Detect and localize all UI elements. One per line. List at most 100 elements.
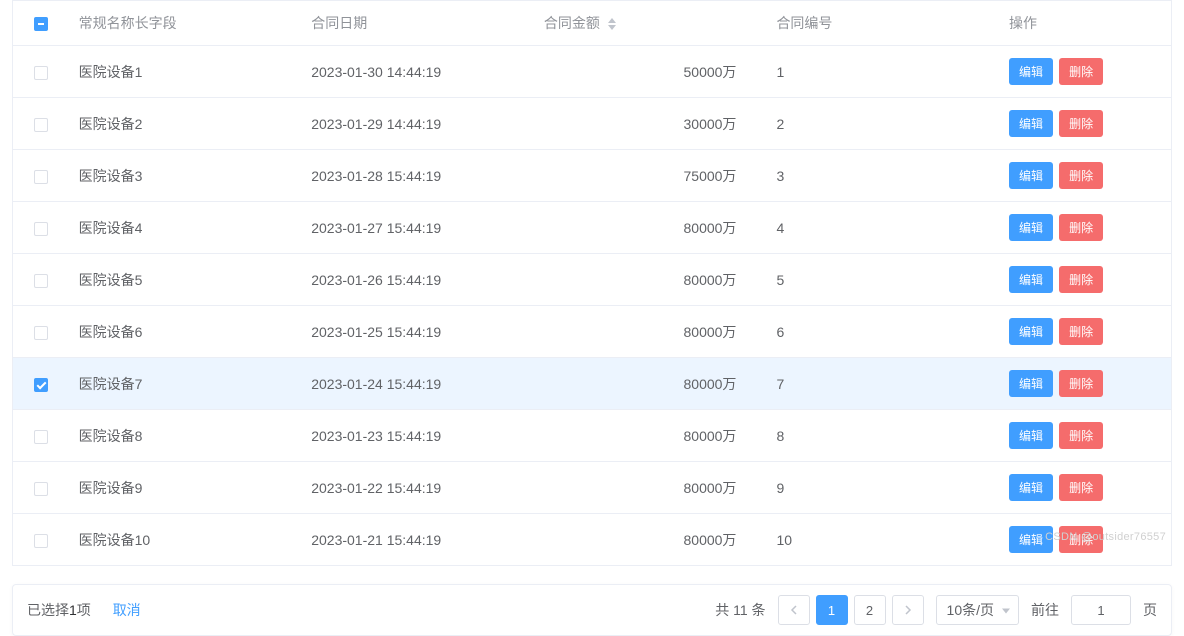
table-row: 医院设备82023-01-23 15:44:1980000万8编辑删除: [13, 410, 1171, 462]
table-row: 医院设备92023-01-22 15:44:1980000万9编辑删除: [13, 462, 1171, 514]
delete-button[interactable]: 删除: [1059, 422, 1103, 449]
table-row: 医院设备72023-01-24 15:44:1980000万7编辑删除: [13, 358, 1171, 410]
cell-name: 医院设备5: [69, 254, 302, 306]
column-header-date[interactable]: 合同日期: [301, 1, 534, 46]
cell-date: 2023-01-24 15:44:19: [301, 358, 534, 410]
cell-name: 医院设备1: [69, 46, 302, 98]
cell-actions: 编辑删除: [999, 462, 1171, 514]
delete-button[interactable]: 删除: [1059, 110, 1103, 137]
pager-group: 12: [778, 595, 924, 625]
sort-icon[interactable]: [608, 18, 616, 30]
cell-number: 3: [766, 150, 999, 202]
page-button[interactable]: 1: [816, 595, 848, 625]
cell-amount: 80000万: [534, 202, 767, 254]
selected-count: 1: [69, 602, 77, 618]
selected-prefix: 已选择: [27, 602, 69, 618]
cell-number: 5: [766, 254, 999, 306]
edit-button[interactable]: 编辑: [1009, 58, 1053, 85]
row-checkbox[interactable]: [34, 534, 48, 548]
cell-date: 2023-01-30 14:44:19: [301, 46, 534, 98]
table-row: 医院设备12023-01-30 14:44:1950000万1 编辑删除: [13, 46, 1171, 98]
cell-amount: 75000万: [534, 150, 767, 202]
delete-button[interactable]: 删除: [1059, 474, 1103, 501]
cell-date: 2023-01-23 15:44:19: [301, 410, 534, 462]
cell-date: 2023-01-26 15:44:19: [301, 254, 534, 306]
table-row: 医院设备52023-01-26 15:44:1980000万5编辑删除: [13, 254, 1171, 306]
footer-bar: 已选择1项 取消 共 11 条 12 10条/页 前往 页: [12, 584, 1172, 636]
cell-number: 1: [766, 46, 999, 98]
chevron-down-icon: [1002, 609, 1010, 614]
delete-button[interactable]: 删除: [1059, 58, 1103, 85]
edit-button[interactable]: 编辑: [1009, 110, 1053, 137]
cell-amount: 80000万: [534, 462, 767, 514]
cell-actions: 编辑删除: [999, 254, 1171, 306]
row-checkbox[interactable]: [34, 66, 48, 80]
edit-button[interactable]: 编辑: [1009, 162, 1053, 189]
delete-button[interactable]: 删除: [1059, 162, 1103, 189]
edit-button[interactable]: 编辑: [1009, 214, 1053, 241]
row-checkbox[interactable]: [34, 326, 48, 340]
cell-amount: 80000万: [534, 410, 767, 462]
pagination-total: 共 11 条: [715, 600, 765, 620]
column-header-name[interactable]: 常规名称长字段: [69, 1, 302, 46]
table-row: 医院设备62023-01-25 15:44:1980000万6编辑删除: [13, 306, 1171, 358]
cell-name: 医院设备9: [69, 462, 302, 514]
row-checkbox[interactable]: [34, 378, 48, 392]
cell-actions: 编辑删除: [999, 202, 1171, 254]
page-jumper-input[interactable]: [1071, 595, 1131, 625]
cell-actions: 编辑删除: [999, 358, 1171, 410]
jumper-suffix: 页: [1143, 600, 1157, 620]
edit-button[interactable]: 编辑: [1009, 370, 1053, 397]
row-checkbox[interactable]: [34, 170, 48, 184]
cell-name: 医院设备10: [69, 514, 302, 566]
edit-button[interactable]: 编辑: [1009, 266, 1053, 293]
cell-date: 2023-01-22 15:44:19: [301, 462, 534, 514]
caret-up-icon: [608, 18, 616, 23]
table-header-row: 常规名称长字段 合同日期 合同金额 合同编号 操作: [13, 1, 1171, 46]
edit-button[interactable]: 编辑: [1009, 422, 1053, 449]
cell-number: 10: [766, 514, 999, 566]
row-checkbox[interactable]: [34, 430, 48, 444]
table-row: 医院设备42023-01-27 15:44:1980000万4编辑删除: [13, 202, 1171, 254]
page-size-select[interactable]: 10条/页: [936, 595, 1019, 625]
cell-actions: 编辑删除: [999, 410, 1171, 462]
row-checkbox[interactable]: [34, 222, 48, 236]
cancel-selection-link[interactable]: 取消: [113, 602, 141, 618]
cell-name: 医院设备4: [69, 202, 302, 254]
cell-number: 8: [766, 410, 999, 462]
jumper-prefix: 前往: [1031, 600, 1059, 620]
cell-date: 2023-01-27 15:44:19: [301, 202, 534, 254]
cell-name: 医院设备8: [69, 410, 302, 462]
page-button[interactable]: 2: [854, 595, 886, 625]
select-all-checkbox[interactable]: [34, 17, 48, 31]
delete-button[interactable]: 删除: [1059, 266, 1103, 293]
delete-button[interactable]: 删除: [1059, 370, 1103, 397]
watermark: CSDN @outsider76557: [1045, 531, 1166, 543]
data-table: 常规名称长字段 合同日期 合同金额 合同编号 操作 医院设备12023-01-3…: [12, 0, 1172, 566]
cell-amount: 80000万: [534, 514, 767, 566]
table-row: 医院设备32023-01-28 15:44:1975000万3编辑删除: [13, 150, 1171, 202]
cell-amount: 50000万: [534, 46, 767, 98]
cell-number: 2: [766, 98, 999, 150]
row-checkbox[interactable]: [34, 482, 48, 496]
column-header-number[interactable]: 合同编号: [766, 1, 999, 46]
edit-button[interactable]: 编辑: [1009, 318, 1053, 345]
cell-date: 2023-01-21 15:44:19: [301, 514, 534, 566]
chevron-right-icon: [904, 605, 912, 615]
column-header-amount[interactable]: 合同金额: [534, 1, 767, 46]
row-checkbox[interactable]: [34, 118, 48, 132]
selection-summary: 已选择1项 取消: [27, 600, 141, 620]
row-checkbox[interactable]: [34, 274, 48, 288]
cell-actions: 编辑删除: [999, 98, 1171, 150]
table-row: 医院设备102023-01-21 15:44:1980000万10编辑删除: [13, 514, 1171, 566]
cell-amount: 30000万: [534, 98, 767, 150]
edit-button[interactable]: 编辑: [1009, 474, 1053, 501]
prev-page-button[interactable]: [778, 595, 810, 625]
cell-number: 7: [766, 358, 999, 410]
pagination: 共 11 条 12 10条/页 前往 页: [141, 595, 1157, 625]
page-size-label: 10条/页: [947, 600, 994, 620]
next-page-button[interactable]: [892, 595, 924, 625]
delete-button[interactable]: 删除: [1059, 214, 1103, 241]
cell-actions: 编辑删除: [999, 306, 1171, 358]
delete-button[interactable]: 删除: [1059, 318, 1103, 345]
